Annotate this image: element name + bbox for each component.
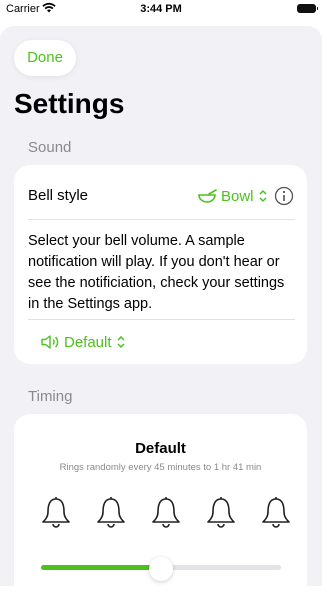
slider-thumb[interactable] [149, 557, 173, 581]
battery-icon [297, 4, 318, 13]
timing-mode-subtitle: Rings randomly every 45 minutes to 1 hr … [59, 462, 262, 473]
bell-style-value: Bowl [221, 187, 254, 205]
divider [28, 319, 295, 320]
speaker-icon [41, 335, 59, 349]
sound-card: Bell style Bowl Select your bell volume.… [14, 165, 307, 364]
bell-icon [262, 497, 290, 528]
status-bar: Carrier 3:44 PM [0, 0, 322, 20]
chevron-up-down-icon [117, 335, 125, 349]
settings-sheet: Done Settings Sound Bell style Bowl Sele… [0, 26, 322, 614]
page-title: Settings [14, 88, 125, 119]
bell-icon [152, 497, 180, 528]
timing-card: Default Rings randomly every 45 minutes … [14, 414, 307, 614]
bell-volume-description: Select your bell volume. A sample notifi… [28, 233, 285, 312]
bowl-icon [198, 189, 217, 203]
slider-fill [41, 565, 161, 570]
chevron-up-down-icon [258, 189, 267, 203]
volume-picker[interactable]: Default [40, 331, 126, 353]
section-header-sound: Sound [28, 139, 72, 156]
info-icon[interactable] [274, 186, 294, 206]
bell-icon [207, 497, 235, 528]
timing-mode-title: Default [135, 440, 186, 457]
done-button[interactable]: Done [14, 40, 76, 76]
bell-style-label: Bell style [28, 187, 89, 204]
bell-icon [42, 497, 70, 528]
bell-style-picker[interactable]: Bowl [198, 185, 268, 207]
divider [28, 219, 295, 220]
clock: 3:44 PM [140, 3, 182, 15]
section-header-timing: Timing [28, 388, 73, 405]
volume-value: Default [64, 333, 112, 351]
bell-icon [97, 497, 125, 528]
